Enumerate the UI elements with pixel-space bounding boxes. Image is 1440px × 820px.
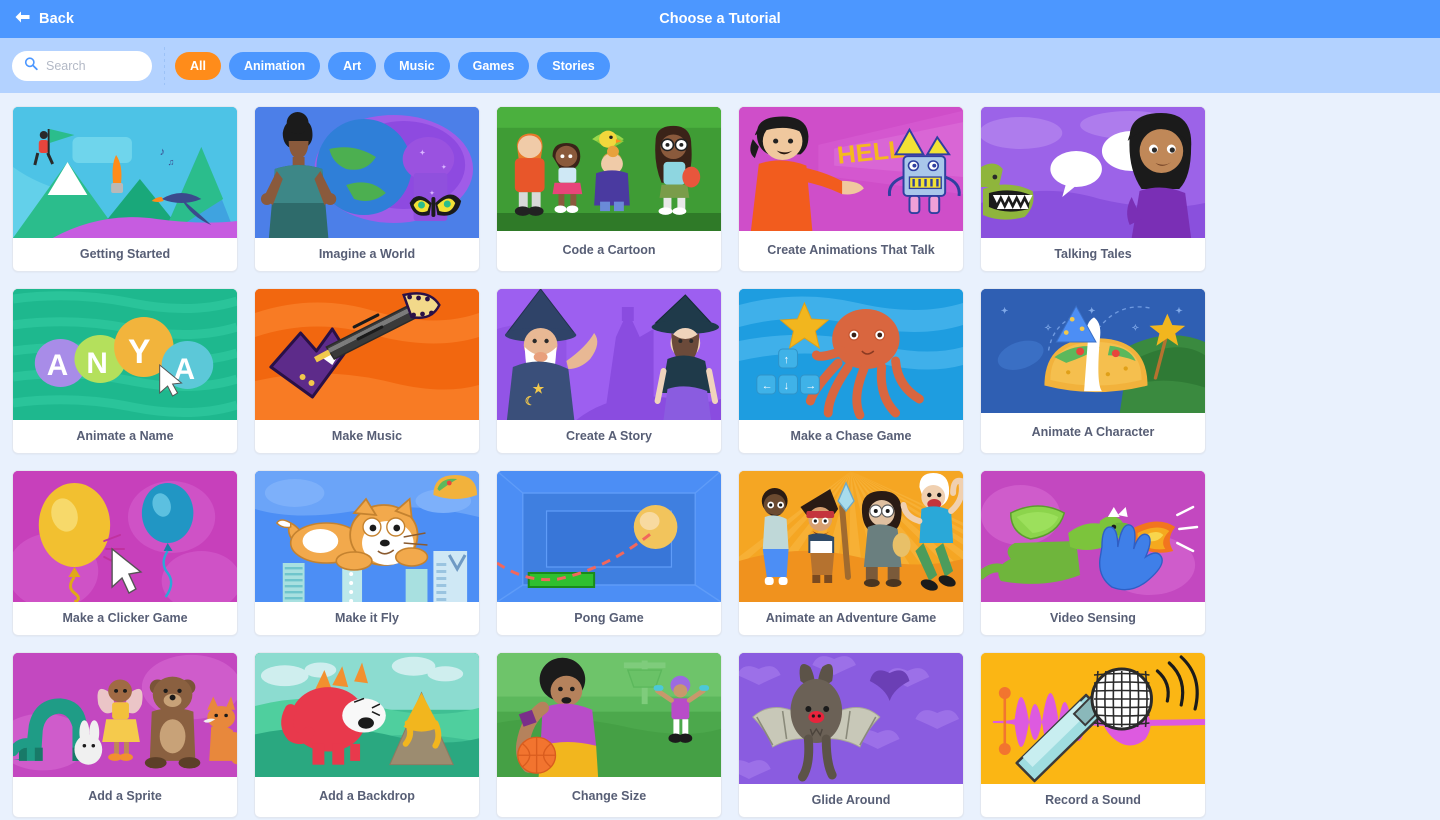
tutorial-card-title: Change Size <box>571 789 647 804</box>
svg-text:✧: ✧ <box>1132 323 1140 333</box>
tutorial-library-grid: ♪ ♫ Getting Started ✦ ✦ ✦ Imagine a World Code … <box>0 93 1440 820</box>
tag-stories[interactable]: Stories <box>537 51 610 80</box>
tutorial-card[interactable]: ↑ ← ↓ → Make a Chase Game <box>738 288 964 454</box>
tutorial-card[interactable]: ✦ ✧ ✦ ✧ ✦ Animate A Character <box>980 288 1206 454</box>
tutorial-card-title: Create A Story <box>566 428 652 443</box>
svg-text:♫: ♫ <box>168 157 175 167</box>
arrow-left-icon <box>14 10 31 29</box>
svg-text:→: → <box>805 380 816 392</box>
tag-music[interactable]: Music <box>384 51 450 80</box>
tutorial-card-title: Make a Clicker Game <box>62 610 188 625</box>
tutorial-thumbnail-code-cartoon <box>497 107 721 231</box>
tutorial-thumbnail-adventure-game <box>739 471 963 602</box>
tutorial-card[interactable]: ★ ☾ Create A Story <box>496 288 722 454</box>
tutorial-thumbnail-video-sensing <box>981 471 1205 602</box>
tag-games[interactable]: Games <box>457 51 530 80</box>
search-field-wrapper <box>12 50 152 81</box>
tutorial-card-title: Animate a Name <box>76 428 174 443</box>
tag-list: All Animation Art Music Games Stories <box>175 51 610 80</box>
tutorial-card[interactable]: Make a Clicker Game <box>12 470 238 636</box>
back-label: Back <box>39 11 75 27</box>
tutorial-card-title: Glide Around <box>811 792 891 807</box>
svg-text:↓: ↓ <box>784 380 789 392</box>
svg-text:N: N <box>86 347 107 380</box>
tutorial-thumbnail-add-backdrop <box>255 653 479 777</box>
svg-text:↑: ↑ <box>784 354 789 366</box>
tag-all[interactable]: All <box>175 51 221 80</box>
svg-text:✦: ✦ <box>1001 306 1009 316</box>
tutorial-card[interactable]: Make Music <box>254 288 480 454</box>
tutorial-card[interactable]: HELL Create Animations That Talk <box>738 106 964 272</box>
tutorial-thumbnail-animate-character: ✦ ✧ ✦ ✧ ✦ <box>981 289 1205 413</box>
tutorial-card-title: Talking Tales <box>1054 246 1132 261</box>
tutorial-card[interactable]: Talking Tales <box>980 106 1206 272</box>
svg-text:✦: ✦ <box>1175 306 1183 316</box>
svg-text:Y: Y <box>128 333 151 371</box>
back-button[interactable]: Back <box>14 10 74 29</box>
tutorial-card-title: Animate A Character <box>1031 425 1155 440</box>
tutorial-card[interactable]: Add a Sprite <box>12 652 238 818</box>
tutorial-thumbnail-add-sprite <box>13 653 237 777</box>
tutorial-card-title: Code a Cartoon <box>562 243 656 258</box>
tutorial-card-title: Add a Backdrop <box>319 789 415 804</box>
tutorial-card[interactable]: Change Size <box>496 652 722 818</box>
tutorial-card[interactable]: ♪ ♫ Getting Started <box>12 106 238 272</box>
tutorial-thumbnail-imagine-world: ✦ ✦ ✦ <box>255 107 479 238</box>
filter-bar: All Animation Art Music Games Stories <box>0 38 1440 93</box>
tutorial-card-title: Make it Fly <box>335 610 399 625</box>
svg-text:A: A <box>47 349 68 382</box>
tutorial-thumbnail-pong-game <box>497 471 721 602</box>
tutorial-card[interactable]: A N Y A Animate a Name <box>12 288 238 454</box>
svg-text:✦: ✦ <box>1088 306 1096 316</box>
filter-divider <box>164 46 165 85</box>
tutorial-thumbnail-make-music <box>255 289 479 420</box>
tutorial-card-title: Create Animations That Talk <box>767 243 935 258</box>
tutorial-card[interactable]: Video Sensing <box>980 470 1206 636</box>
tutorial-card-title: Make Music <box>331 428 403 443</box>
app-header: Back Choose a Tutorial <box>0 0 1440 38</box>
page-title: Choose a Tutorial <box>659 11 781 27</box>
svg-text:☾: ☾ <box>525 394 536 408</box>
search-input[interactable] <box>12 50 152 81</box>
svg-text:✦: ✦ <box>429 190 434 197</box>
tutorial-card-title: Pong Game <box>574 610 644 625</box>
tutorial-card-title: Video Sensing <box>1050 610 1136 625</box>
svg-text:✦: ✦ <box>420 149 426 157</box>
tutorial-card[interactable]: Code a Cartoon <box>496 106 722 272</box>
tutorial-thumbnail-clicker-game <box>13 471 237 602</box>
tutorial-thumbnail-getting-started: ♪ ♫ <box>13 107 237 238</box>
svg-text:✦: ✦ <box>441 164 446 171</box>
tutorial-card[interactable]: ✦ ✦ ✦ Imagine a World <box>254 106 480 272</box>
tutorial-thumbnail-create-story: ★ ☾ <box>497 289 721 420</box>
tutorial-card[interactable]: Record a Sound <box>980 652 1206 818</box>
tutorial-card-title: Add a Sprite <box>88 789 162 804</box>
tutorial-card-title: Record a Sound <box>1045 792 1141 807</box>
tutorial-card-title: Animate an Adventure Game <box>765 610 937 625</box>
tutorial-thumbnail-record-sound <box>981 653 1205 784</box>
tag-art[interactable]: Art <box>328 51 377 80</box>
tutorial-card[interactable]: Animate an Adventure Game <box>738 470 964 636</box>
tutorial-card[interactable]: Pong Game <box>496 470 722 636</box>
svg-text:✧: ✧ <box>1044 323 1052 333</box>
svg-text:♪: ♪ <box>160 146 165 158</box>
svg-text:←: ← <box>762 380 773 392</box>
tutorial-thumbnail-change-size <box>497 653 721 777</box>
tutorial-card[interactable]: Add a Backdrop <box>254 652 480 818</box>
tutorial-thumbnail-glide-around <box>739 653 963 784</box>
tutorial-card[interactable]: Glide Around <box>738 652 964 818</box>
tutorial-card-title: Imagine a World <box>318 246 416 261</box>
tutorial-thumbnail-animate-name: ANYA <box>13 289 237 420</box>
tutorial-thumbnail-make-it-fly <box>255 471 479 602</box>
tutorial-thumbnail-talking-tales <box>981 107 1205 238</box>
tutorial-thumbnail-chase-game: ↑ ← ↓ → <box>739 289 963 420</box>
tag-animation[interactable]: Animation <box>228 51 321 80</box>
tutorial-thumbnail-animations-talk: HELL <box>739 107 963 231</box>
tutorial-card-title: Getting Started <box>79 246 171 261</box>
tutorial-card[interactable]: Make it Fly <box>254 470 480 636</box>
tutorial-card-title: Make a Chase Game <box>790 428 912 443</box>
